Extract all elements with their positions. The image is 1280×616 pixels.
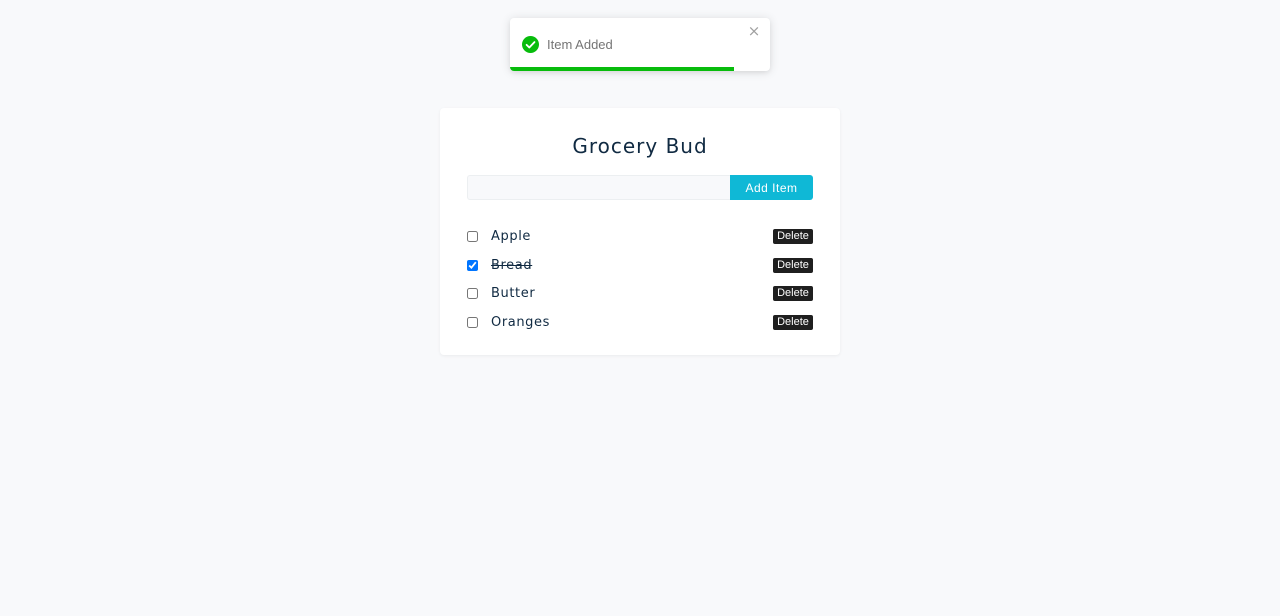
close-icon[interactable]: × [746, 23, 762, 39]
add-item-button[interactable]: Add Item [730, 175, 813, 200]
page-title: Grocery Bud [572, 134, 708, 158]
item-checkbox[interactable] [467, 230, 478, 242]
item-name: Apple [491, 228, 532, 244]
item-checkbox[interactable] [467, 259, 478, 271]
list-item: Bread Delete [467, 251, 813, 280]
toast-progress-bar [510, 67, 734, 71]
item-checkbox[interactable] [467, 316, 478, 328]
list-item: Butter Delete [467, 279, 813, 308]
toast-notification: Item Added × [510, 18, 770, 71]
toast-message: Item Added [547, 37, 613, 52]
item-name: Oranges [491, 314, 551, 330]
toast-progress-track [510, 67, 770, 71]
item-checkbox[interactable] [467, 288, 478, 300]
add-item-form: Add Item [467, 175, 813, 200]
list-item: Oranges Delete [467, 308, 813, 337]
delete-button[interactable]: Delete [773, 228, 813, 244]
item-name: Butter [491, 286, 536, 302]
item-input[interactable] [467, 175, 730, 200]
grocery-list: Apple Delete Bread Delete Butter Delete … [467, 222, 813, 337]
delete-button[interactable]: Delete [773, 314, 813, 330]
delete-button[interactable]: Delete [773, 257, 813, 273]
delete-button[interactable]: Delete [773, 286, 813, 302]
grocery-card: Grocery Bud Add Item Apple Delete Bread … [440, 108, 840, 355]
list-item: Apple Delete [467, 222, 813, 251]
check-circle-icon [522, 36, 539, 53]
item-name: Bread [491, 257, 533, 273]
